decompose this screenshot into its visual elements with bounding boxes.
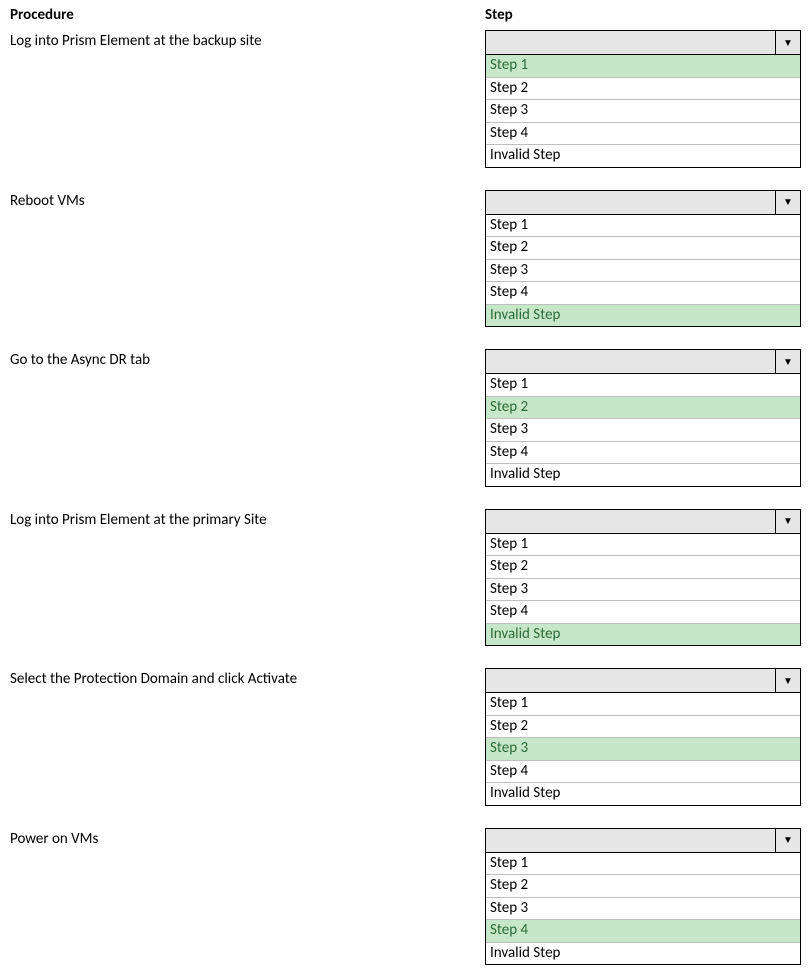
- procedure-row: Log into Prism Element at the primary Si…: [10, 509, 801, 647]
- step-cell: ▼ Step 1Step 2Step 3Step 4Invalid Step: [485, 668, 801, 806]
- dropdown-option[interactable]: Step 1: [486, 55, 800, 78]
- procedure-row: Go to the Async DR tab▼Step 1Step 2Step …: [10, 349, 801, 487]
- procedure-label: Select the Protection Domain and click A…: [10, 668, 485, 806]
- procedure-label: Go to the Async DR tab: [10, 349, 485, 487]
- procedure-label: Log into Prism Element at the backup sit…: [10, 30, 485, 168]
- dropdown-option[interactable]: Step 3: [486, 260, 800, 283]
- dropdown-head[interactable]: ▼: [485, 30, 801, 55]
- dropdown-option[interactable]: Step 1: [486, 215, 800, 238]
- dropdown-option[interactable]: Step 3: [486, 898, 800, 921]
- procedure-header: Procedure: [10, 6, 485, 24]
- step-dropdown: ▼ Step 1Step 2Step 3Step 4Invalid Step: [485, 668, 801, 806]
- dropdown-toggle-button[interactable]: ▼: [775, 350, 800, 373]
- dropdown-option[interactable]: Step 2: [486, 78, 800, 101]
- dropdown-display: [486, 31, 775, 54]
- dropdown-display: [486, 669, 775, 692]
- procedure-row: Select the Protection Domain and click A…: [10, 668, 801, 806]
- dropdown-head[interactable]: ▼: [485, 668, 801, 693]
- dropdown-option[interactable]: Step 1: [486, 374, 800, 397]
- dropdown-display: [486, 829, 775, 852]
- chevron-down-icon: ▼: [783, 516, 793, 526]
- dropdown-option[interactable]: Step 3: [486, 738, 800, 761]
- dropdown-toggle-button[interactable]: ▼: [775, 510, 800, 533]
- dropdown-option[interactable]: Invalid Step: [486, 145, 800, 167]
- step-header: Step: [485, 6, 801, 24]
- dropdown-option[interactable]: Invalid Step: [486, 305, 800, 327]
- step-cell: ▼ Step 1Step 2Step 3Step 4Invalid Step: [485, 509, 801, 647]
- dropdown-option[interactable]: Step 2: [486, 237, 800, 260]
- dropdown-head[interactable]: ▼: [485, 828, 801, 853]
- dropdown-option[interactable]: Step 1: [486, 693, 800, 716]
- procedure-row: Power on VMs ▼ Step 1Step 2Step 3Step 4Inv…: [10, 828, 801, 966]
- step-dropdown: ▼ Step 1Step 2Step 3Step 4Invalid Step: [485, 828, 801, 966]
- dropdown-option[interactable]: Step 2: [486, 556, 800, 579]
- step-cell: ▼ Step 1Step 2Step 3Step 4Invalid Step: [485, 349, 801, 487]
- dropdown-options-list: Step 1Step 2Step 3Step 4Invalid Step: [485, 215, 801, 328]
- dropdown-option[interactable]: Step 2: [486, 875, 800, 898]
- dropdown-option[interactable]: Step 3: [486, 100, 800, 123]
- dropdown-display: [486, 510, 775, 533]
- procedure-label: Reboot VMs: [10, 190, 485, 328]
- dropdown-options-list: Step 1Step 2Step 3Step 4Invalid Step: [485, 853, 801, 966]
- dropdown-option[interactable]: Step 4: [486, 123, 800, 146]
- dropdown-toggle-button[interactable]: ▼: [775, 829, 800, 852]
- dropdown-head[interactable]: ▼: [485, 190, 801, 215]
- chevron-down-icon: ▼: [783, 357, 793, 367]
- step-dropdown: ▼ Step 1Step 2Step 3Step 4Invalid Step: [485, 349, 801, 487]
- step-cell: ▼ Step 1Step 2Step 3Step 4Invalid Step: [485, 30, 801, 168]
- dropdown-options-list: Step 1Step 2Step 3Step 4Invalid Step: [485, 693, 801, 806]
- dropdown-options-list: Step 1Step 2Step 3Step 4Invalid Step: [485, 55, 801, 168]
- dropdown-option[interactable]: Step 4: [486, 282, 800, 305]
- dropdown-display: [486, 191, 775, 214]
- dropdown-option[interactable]: Step 1: [486, 853, 800, 876]
- dropdown-option[interactable]: Step 3: [486, 579, 800, 602]
- dropdown-option[interactable]: Step 3: [486, 419, 800, 442]
- dropdown-option[interactable]: Step 4: [486, 761, 800, 784]
- procedure-label: Log into Prism Element at the primary Si…: [10, 509, 485, 647]
- dropdown-options-list: Step 1Step 2Step 3Step 4Invalid Step: [485, 374, 801, 487]
- step-cell: ▼ Step 1Step 2Step 3Step 4Invalid Step: [485, 828, 801, 966]
- dropdown-display: [486, 350, 775, 373]
- dropdown-option[interactable]: Step 4: [486, 442, 800, 465]
- chevron-down-icon: ▼: [783, 38, 793, 48]
- dropdown-option[interactable]: Step 1: [486, 534, 800, 557]
- step-dropdown: ▼ Step 1Step 2Step 3Step 4Invalid Step: [485, 30, 801, 168]
- dropdown-toggle-button[interactable]: ▼: [775, 669, 800, 692]
- dropdown-option[interactable]: Invalid Step: [486, 624, 800, 646]
- step-cell: ▼ Step 1Step 2Step 3Step 4Invalid Step: [485, 190, 801, 328]
- chevron-down-icon: ▼: [783, 676, 793, 686]
- procedure-row: Reboot VMs ▼ Step 1Step 2Step 3Step 4Inval…: [10, 190, 801, 328]
- header-row: Procedure Step: [10, 6, 801, 24]
- dropdown-toggle-button[interactable]: ▼: [775, 31, 800, 54]
- dropdown-head[interactable]: ▼: [485, 509, 801, 534]
- rows-container: Log into Prism Element at the backup sit…: [10, 30, 801, 965]
- dropdown-option[interactable]: Step 2: [486, 716, 800, 739]
- dropdown-options-list: Step 1Step 2Step 3Step 4Invalid Step: [485, 534, 801, 647]
- dropdown-option[interactable]: Step 4: [486, 601, 800, 624]
- dropdown-option[interactable]: Step 2: [486, 397, 800, 420]
- step-dropdown: ▼ Step 1Step 2Step 3Step 4Invalid Step: [485, 509, 801, 647]
- chevron-down-icon: ▼: [783, 197, 793, 207]
- step-dropdown: ▼ Step 1Step 2Step 3Step 4Invalid Step: [485, 190, 801, 328]
- chevron-down-icon: ▼: [783, 835, 793, 845]
- procedure-row: Log into Prism Element at the backup sit…: [10, 30, 801, 168]
- dropdown-toggle-button[interactable]: ▼: [775, 191, 800, 214]
- dropdown-option[interactable]: Invalid Step: [486, 783, 800, 805]
- dropdown-option[interactable]: Invalid Step: [486, 943, 800, 965]
- dropdown-option[interactable]: Step 4: [486, 920, 800, 943]
- dropdown-head[interactable]: ▼: [485, 349, 801, 374]
- dropdown-option[interactable]: Invalid Step: [486, 464, 800, 486]
- procedure-label: Power on VMs: [10, 828, 485, 966]
